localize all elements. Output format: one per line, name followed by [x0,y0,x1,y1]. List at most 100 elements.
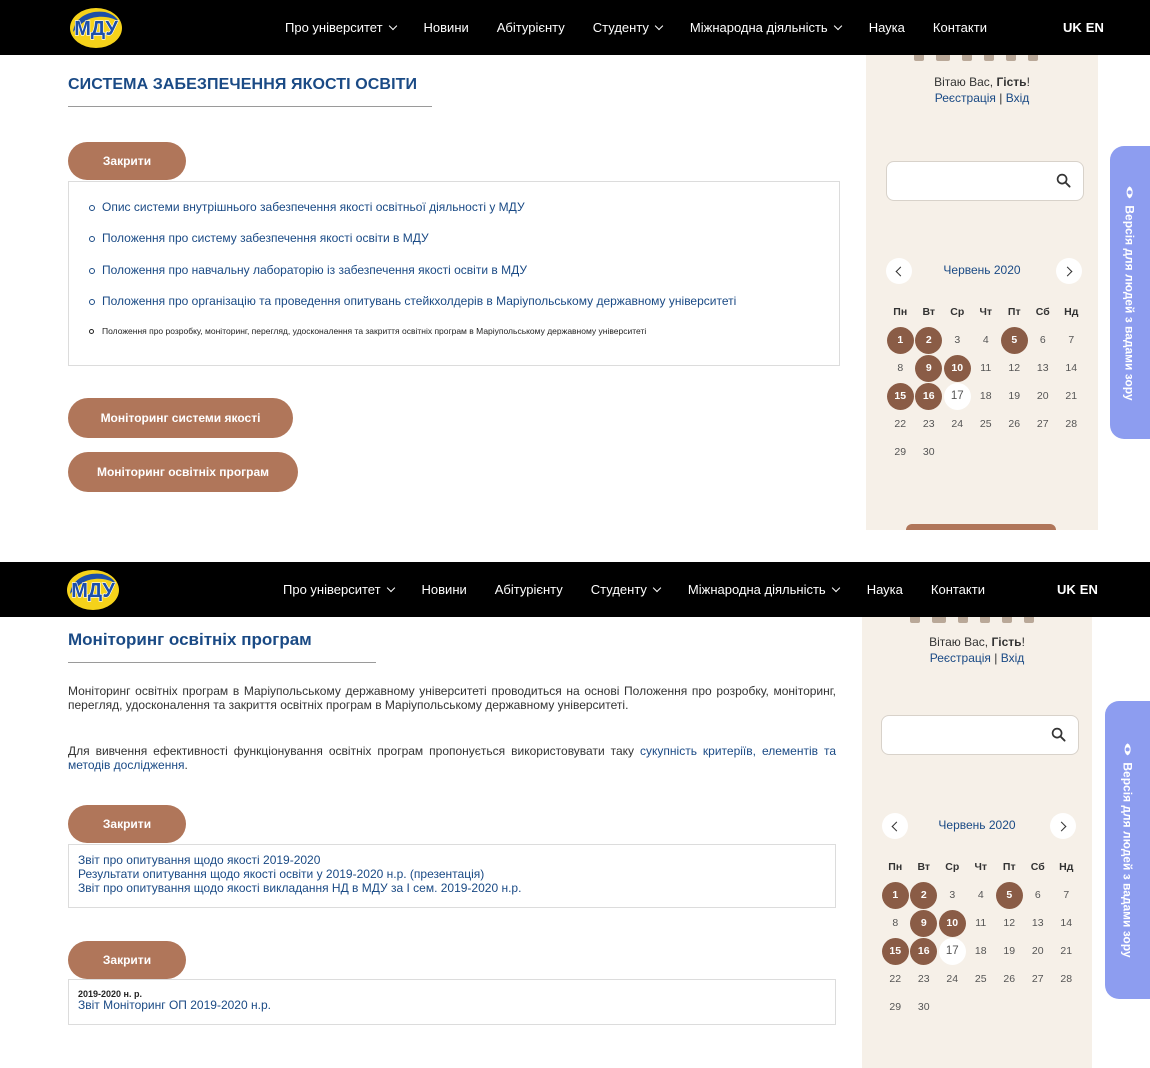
lang-uk[interactable]: UK [1057,582,1076,597]
register-link[interactable]: Реєстрація [930,651,991,665]
facebook-icon[interactable] [914,55,924,61]
lang-en[interactable]: EN [1086,20,1104,35]
linkedin-icon[interactable] [1028,55,1038,61]
lang-uk[interactable]: UK [1063,20,1082,35]
calendar-day: 14 [1057,354,1086,382]
calendar-day-number: 16 [915,382,943,410]
calendar-day-event[interactable]: 2 [915,326,944,354]
register-link[interactable]: Реєстрація [935,91,996,105]
calendar-day-number: 17 [943,382,971,410]
search-icon[interactable] [1051,727,1066,742]
calendar-day-event[interactable]: 5 [1000,326,1029,354]
calendar-day-number: 27 [1031,973,1044,985]
calendar-weekday: Нд [1064,306,1079,318]
survey-link[interactable]: Звіт про опитування щодо якості 2019-202… [78,853,521,868]
twitter-icon[interactable] [984,55,994,61]
calendar-day-event[interactable]: 16 [910,937,939,965]
calendar-next-button[interactable] [1050,813,1076,839]
guest-name: Гість [996,75,1027,89]
nav-item-student[interactable]: Студенту [593,20,664,35]
search-input[interactable] [890,724,1040,748]
close-button[interactable]: Закрити [68,142,186,180]
nav-item-about[interactable]: Про університет [285,20,397,35]
sidebar-button-peek [906,524,1056,530]
document-link[interactable]: Положення про навчальну лабораторію із з… [86,263,831,277]
search-box [881,715,1079,755]
document-link[interactable]: Положення про організацію та проведення … [86,294,831,308]
survey-link[interactable]: Результати опитування щодо якості освіти… [78,867,521,882]
nav-item-news[interactable]: Новини [424,20,469,35]
calendar-day-number: 30 [922,446,935,458]
nav-item-applicant[interactable]: Абітурієнту [495,582,563,597]
calendar-day: 13 [1024,909,1053,937]
nav-item-about[interactable]: Про університет [283,582,395,597]
calendar-weekday: Вт [917,861,931,873]
accessibility-label: Версія для людей з вадами зору [1120,762,1135,958]
monitoring-programs-button[interactable]: Моніторинг освітніх програм [68,452,298,492]
login-link[interactable]: Вхід [1006,91,1030,105]
nav-item-student[interactable]: Студенту [591,582,662,597]
document-link[interactable]: Положення про систему забезпечення якост… [86,231,831,245]
calendar-day-event[interactable]: 1 [881,881,910,909]
calendar-day-event[interactable]: 9 [915,354,944,382]
criteria-paragraph: Для вивчення ефективності функціонування… [68,744,836,773]
calendar-day-event[interactable]: 9 [910,909,939,937]
search-icon[interactable] [1056,173,1071,188]
nav-item-international[interactable]: Міжнародна діяльність [688,582,840,597]
document-link[interactable]: Положення про розробку, моніторинг, пере… [86,326,831,336]
university-logo[interactable]: МДУ [62,564,124,614]
nav-item-contacts[interactable]: Контакти [933,20,987,35]
calendar-day-event[interactable]: 16 [915,382,944,410]
calendar-day: 26 [995,965,1024,993]
lang-en[interactable]: EN [1080,582,1098,597]
youtube-icon[interactable] [936,55,950,61]
calendar-grid: Пн Вт Ср Чт Пт Сб Нд 1 2 3 4 5 6 7 8 9 10 11 12 13 14 15 16 17 1… [886,298,1086,466]
login-link[interactable]: Вхід [1001,651,1025,665]
calendar-next-button[interactable] [1056,258,1082,284]
telegram-icon[interactable] [1002,617,1012,623]
calendar-day-event[interactable]: 5 [995,881,1024,909]
calendar-header: Червень 2020 [862,810,1092,840]
calendar-day: 21 [1052,937,1081,965]
nav-item-contacts[interactable]: Контакти [931,582,985,597]
nav-item-international[interactable]: Міжнародна діяльність [690,20,842,35]
accessibility-toggle[interactable]: Версія для людей з вадами зору [1105,701,1150,999]
calendar-day-number: 22 [889,973,902,985]
calendar-day-event[interactable]: 15 [886,382,915,410]
nav-item-applicant[interactable]: Абітурієнту [497,20,565,35]
calendar-day-number: 29 [894,446,907,458]
instagram-icon[interactable] [962,55,972,61]
close-button[interactable]: Закрити [68,805,186,843]
calendar-day-number: 1 [886,326,914,354]
calendar-day-event[interactable]: 15 [881,937,910,965]
search-input[interactable] [895,170,1045,194]
nav-item-science[interactable]: Наука [867,582,903,597]
instagram-icon[interactable] [958,617,968,623]
calendar-day-event[interactable]: 1 [886,326,915,354]
calendar-day-number: 4 [982,334,989,346]
calendar-weekday: Пн [888,861,903,873]
calendar-grid: Пн Вт Ср Чт Пт Сб Нд 1 2 3 4 5 6 7 8 9 10 11 12 13 14 15 16 17 1… [881,853,1081,1021]
main-menu: Про університет Новини Абітурієнту Студе… [283,562,1013,617]
survey-link[interactable]: Звіт про опитування щодо якості викладан… [78,881,521,896]
auth-separator: | [995,90,1006,105]
calendar-day-event[interactable]: 10 [943,354,972,382]
accessibility-toggle[interactable]: Версія для людей з вадами зору [1110,146,1150,439]
nav-item-science[interactable]: Наука [869,20,905,35]
twitter-icon[interactable] [980,617,990,623]
university-logo[interactable]: МДУ [65,2,127,52]
document-link[interactable]: Опис системи внутрішнього забезпечення я… [86,200,831,214]
monitoring-system-button[interactable]: Моніторинг системи якості [68,398,293,438]
youtube-icon[interactable] [932,617,946,623]
facebook-icon[interactable] [910,617,920,623]
calendar-day: 8 [886,354,915,382]
calendar-day-event[interactable]: 10 [938,909,967,937]
report-link[interactable]: Звіт Моніторинг ОП 2019-2020 н.р. [78,999,271,1013]
linkedin-icon[interactable] [1024,617,1034,623]
close-button[interactable]: Закрити [68,941,186,979]
nav-item-news[interactable]: Новини [422,582,467,597]
calendar-weekday: Чт [979,306,993,318]
calendar-day-event[interactable]: 2 [910,881,939,909]
telegram-icon[interactable] [1006,55,1016,61]
calendar-day-number: 15 [886,382,914,410]
